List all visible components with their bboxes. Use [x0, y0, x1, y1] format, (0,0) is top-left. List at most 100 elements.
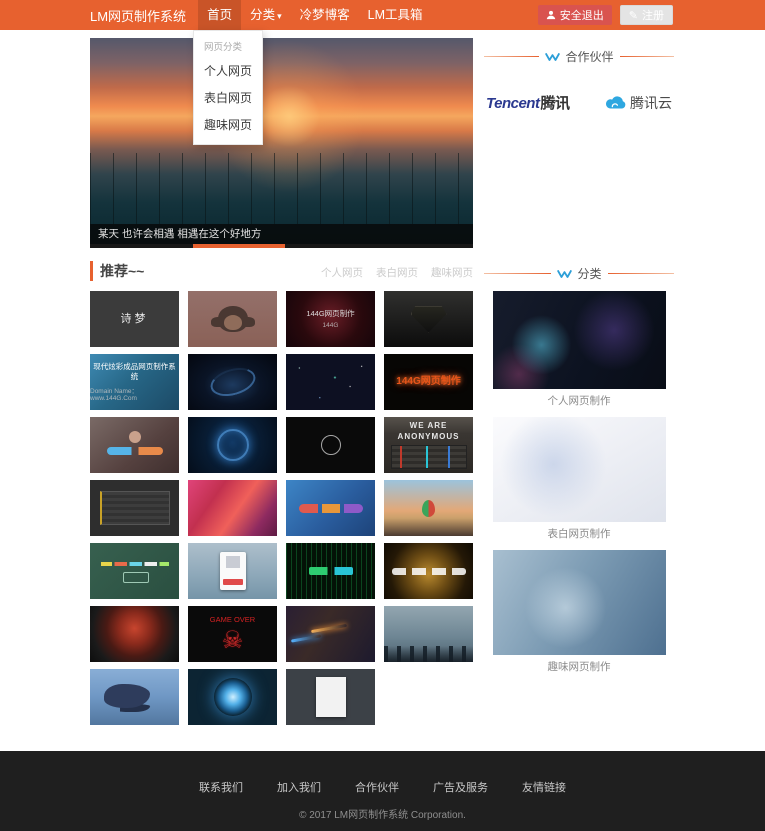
divider-line [484, 273, 551, 274]
thumbnail[interactable] [90, 417, 179, 473]
nav-item[interactable]: 首页 [198, 0, 241, 31]
btn3-decoration [299, 504, 363, 513]
nav-menu: 首页分类▾冷梦博客LM工具箱 [198, 0, 431, 31]
thumbnail-label: 144G网页制作 [393, 375, 463, 389]
nav-right-actions: 安全退出 ✎ 注册 [538, 5, 673, 25]
thumbnail[interactable]: WE ARE ANONYMOUS [384, 417, 473, 473]
thumbnail[interactable] [188, 417, 277, 473]
logout-button[interactable]: 安全退出 [538, 5, 612, 25]
copyright-text: © 2017 LM网页制作系统 Corporation. [0, 806, 765, 821]
thumbnail-label: 诗梦 [118, 312, 152, 327]
thumbnail[interactable] [90, 669, 179, 725]
logo-w-icon [545, 52, 560, 62]
thumbnail[interactable]: GAME OVER☠ [188, 606, 277, 662]
content-area: 某天 也许会相遇 相遇在这个好地方 推荐~~ 个人网页表白网页趣味网页 诗梦14… [0, 30, 765, 725]
comets-decoration [286, 606, 375, 662]
filter-link[interactable]: 表白网页 [376, 265, 418, 280]
thumbnail[interactable] [90, 606, 179, 662]
category-card: 表白网页制作 [484, 417, 674, 541]
thumbnail[interactable] [286, 480, 375, 536]
section-title: 推荐~~ [90, 261, 144, 281]
filter-link[interactable]: 个人网页 [321, 265, 363, 280]
thumbnail[interactable]: 诗梦 [90, 291, 179, 347]
thumbnail[interactable] [90, 480, 179, 536]
thumbnail[interactable] [188, 291, 277, 347]
filter-link[interactable]: 趣味网页 [431, 265, 473, 280]
thumbnail[interactable] [286, 354, 375, 410]
category-image[interactable] [493, 417, 666, 522]
brand-title[interactable]: LM网页制作系统 [90, 6, 186, 25]
footer-links: 联系我们 加入我们 合作伙伴 广告及服务 友情链接 [0, 778, 765, 796]
divider-line [608, 273, 675, 274]
thumbnail[interactable] [286, 543, 375, 599]
thumbnail[interactable] [188, 354, 277, 410]
thumbnail[interactable] [286, 669, 375, 725]
thumbnail-label: 144G网页制作 [303, 309, 357, 319]
thumbnail[interactable] [188, 543, 277, 599]
dropdown-item[interactable]: 趣味网页 [194, 111, 262, 138]
ring-decoration [217, 429, 249, 461]
thumbnail[interactable]: 现代炫彩成品网页制作系统Domain Name：www.144G.Com [90, 354, 179, 410]
thumbnail[interactable] [286, 606, 375, 662]
thumbnail-label: WE ARE ANONYMOUS [384, 421, 473, 443]
stars-decoration [286, 354, 375, 410]
footer-link[interactable]: 合作伙伴 [355, 782, 399, 794]
thumbnail[interactable] [384, 291, 473, 347]
carousel-indicator-track [90, 244, 473, 248]
category-image[interactable] [493, 291, 666, 389]
person-icon [546, 10, 556, 20]
nav-item[interactable]: 冷梦博客 [291, 0, 359, 31]
thumbnail[interactable] [90, 543, 179, 599]
partners-header: 合作伙伴 [484, 48, 674, 65]
anon-decoration [391, 445, 467, 469]
thumbnail[interactable] [384, 480, 473, 536]
thumbnail[interactable] [384, 543, 473, 599]
category-image[interactable] [493, 550, 666, 655]
thumbnail-sublabel: 144G [323, 322, 339, 329]
category-filters: 个人网页表白网页趣味网页 [321, 265, 473, 280]
category-caption: 表白网页制作 [484, 526, 674, 541]
tencent-cloud-logo[interactable]: 腾讯云 [605, 93, 672, 113]
sidebar: 合作伙伴 Tencent腾讯 腾讯云 分类 个人网页制作表白网页制作趣味网页制作 [484, 38, 674, 725]
nav-item[interactable]: LM工具箱 [359, 0, 432, 31]
footer-link[interactable]: 友情链接 [522, 782, 566, 794]
nav-item[interactable]: 分类▾ [241, 0, 291, 31]
thumbnail[interactable] [384, 606, 473, 662]
top-navbar: LM网页制作系统 首页分类▾冷梦博客LM工具箱 安全退出 ✎ 注册 [0, 0, 765, 30]
thumbnail-label: 现代炫彩成品网页制作系统 [90, 362, 179, 382]
categories-title: 分类 [578, 265, 602, 282]
footer: 联系我们 加入我们 合作伙伴 广告及服务 友情链接 © 2017 LM网页制作系统 Co… [0, 751, 765, 831]
dropdown-item[interactable]: 个人网页 [194, 57, 262, 84]
thumbnail[interactable] [286, 417, 375, 473]
btns2-decoration [309, 567, 353, 575]
pencil-icon: ✎ [629, 9, 638, 22]
tencent-logo[interactable]: Tencent腾讯 [486, 92, 569, 113]
thumbnail[interactable] [188, 669, 277, 725]
thumbnail[interactable]: 144G网页制作 144G [286, 291, 375, 347]
table-decoration [100, 491, 170, 525]
footer-link[interactable]: 广告及服务 [433, 782, 488, 794]
dropdown-item[interactable]: 表白网页 [194, 84, 262, 111]
skull-decoration: ☠ [222, 629, 244, 653]
thumbnail[interactable] [188, 480, 277, 536]
divider-line [620, 56, 675, 57]
register-label: 注册 [642, 7, 664, 23]
musiccard-decoration [220, 552, 246, 590]
pills2-decoration [107, 447, 163, 455]
balloon-decoration [422, 500, 435, 517]
register-button[interactable]: ✎ 注册 [620, 5, 673, 25]
divider-line [484, 56, 539, 57]
footer-link[interactable]: 加入我们 [277, 782, 321, 794]
soldiers-decoration [384, 646, 473, 662]
shield-decoration [411, 306, 447, 333]
thumbnail[interactable]: 144G网页制作 [384, 354, 473, 410]
swirl-decoration [214, 678, 252, 716]
card-decoration [316, 677, 346, 717]
carousel-indicator-active[interactable] [193, 244, 285, 248]
hero-carousel[interactable]: 某天 也许会相遇 相遇在这个好地方 [90, 38, 473, 244]
category-caption: 趣味网页制作 [484, 659, 674, 674]
cloud-label: 腾讯云 [630, 93, 672, 113]
footer-link[interactable]: 联系我们 [199, 782, 243, 794]
category-card: 趣味网页制作 [484, 550, 674, 674]
dropdown-items: 个人网页表白网页趣味网页 [194, 57, 262, 138]
